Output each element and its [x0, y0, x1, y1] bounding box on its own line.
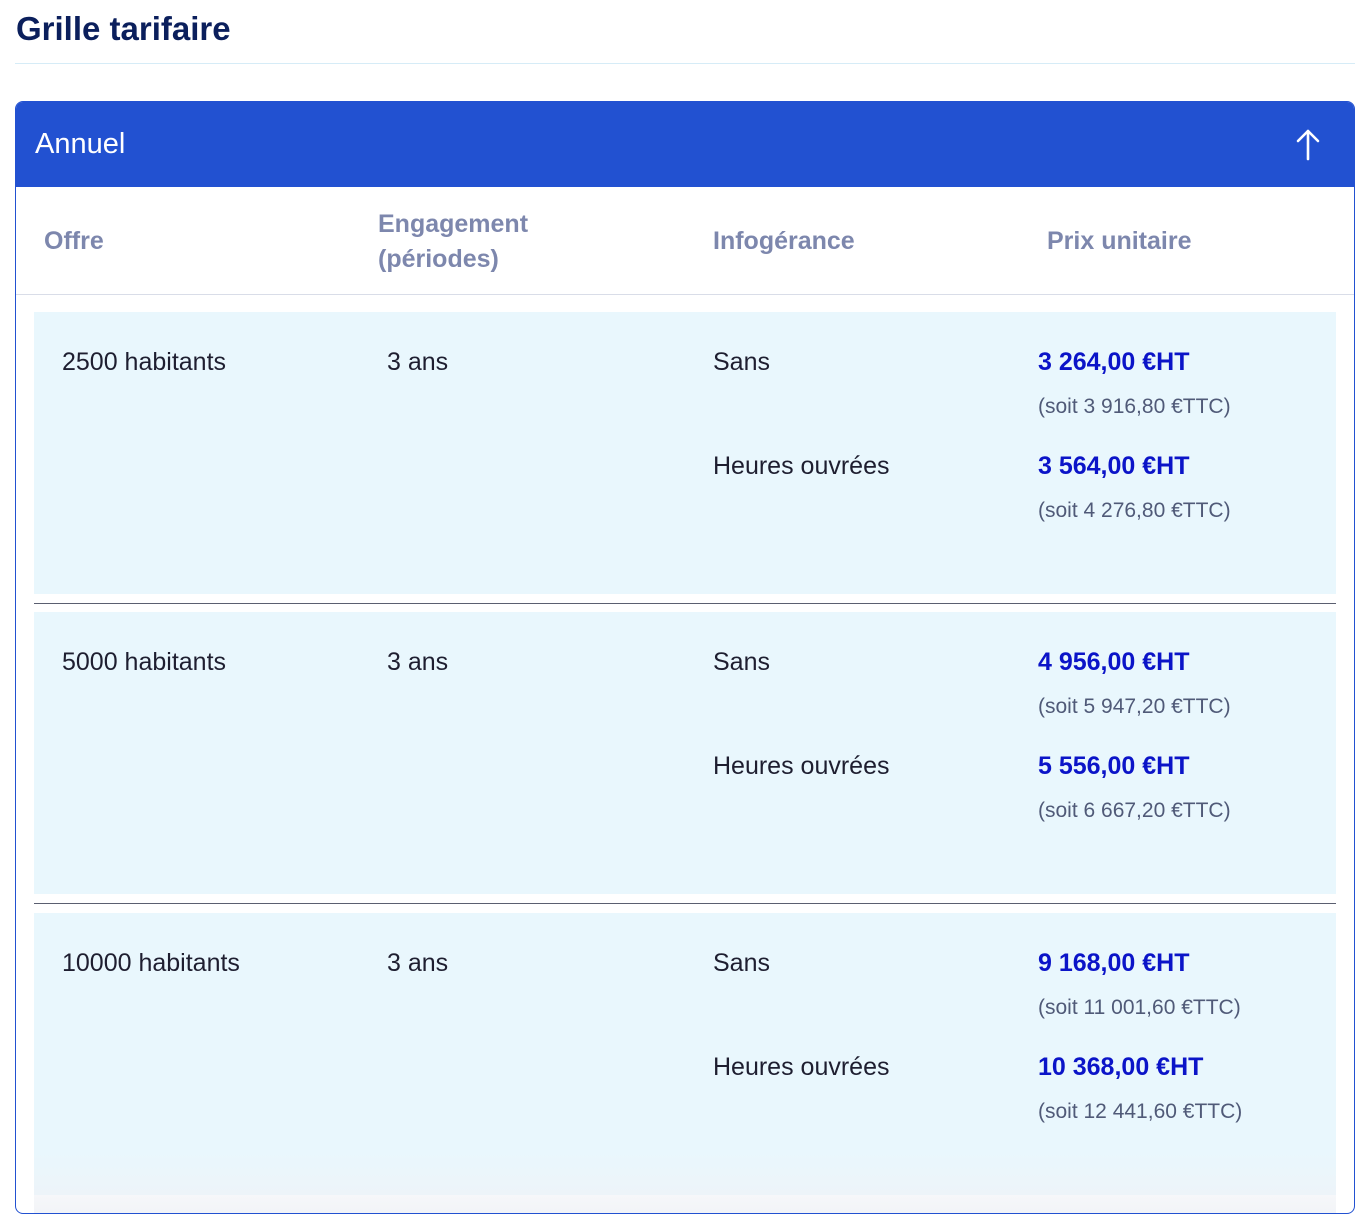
infogerance-cell: Heures ouvrées: [713, 752, 890, 780]
arrow-up-icon[interactable]: [1292, 127, 1324, 163]
column-header-engagement: Engagement (périodes): [378, 210, 529, 273]
price-ht: 4 956,00 €HT: [1038, 648, 1190, 676]
column-header-prix: Prix unitaire: [1047, 227, 1192, 255]
page-title: Grille tarifaire: [16, 10, 231, 47]
row-divider: [34, 903, 1336, 904]
infogerance-cell: Heures ouvrées: [713, 452, 890, 480]
price-ht: 3 564,00 €HT: [1038, 452, 1190, 480]
price-ttc: (soit 5 947,20 €TTC): [1038, 695, 1231, 718]
table-header: Offre Engagement (périodes) Infogérance …: [16, 187, 1354, 295]
column-header-infogerance: Infogérance: [713, 227, 855, 255]
title-divider: [15, 63, 1355, 64]
accordion-header[interactable]: Annuel: [16, 102, 1354, 187]
pricing-accordion: Annuel Offre Engagement (périodes) Infog…: [15, 101, 1355, 1214]
offre-cell: 10000 habitants: [62, 949, 240, 977]
price-ttc: (soit 11 001,60 €TTC): [1038, 996, 1241, 1019]
offre-cell: 5000 habitants: [62, 648, 227, 676]
price-ttc: (soit 12 441,60 €TTC): [1038, 1100, 1243, 1123]
infogerance-cell: Sans: [713, 348, 770, 376]
row-divider: [34, 603, 1336, 604]
engagement-cell: 3 ans: [387, 348, 449, 376]
table-row: 5000 habitants 3 ans Sans 4 956,00 €HT (…: [34, 612, 1336, 894]
infogerance-cell: Sans: [713, 949, 770, 977]
accordion-title: Annuel: [35, 128, 126, 160]
price-ht: 9 168,00 €HT: [1038, 949, 1190, 977]
column-header-offre: Offre: [44, 227, 104, 255]
price-ht: 5 556,00 €HT: [1038, 752, 1190, 780]
offre-cell: 2500 habitants: [62, 348, 227, 376]
table-row: 2500 habitants 3 ans Sans 3 264,00 €HT (…: [34, 312, 1336, 594]
table-row: 10000 habitants 3 ans Sans 9 168,00 €HT …: [34, 913, 1336, 1195]
price-ttc: (soit 3 916,80 €TTC): [1038, 395, 1231, 418]
price-ht: 10 368,00 €HT: [1038, 1053, 1204, 1081]
engagement-cell: 3 ans: [387, 949, 449, 977]
price-ttc: (soit 4 276,80 €TTC): [1038, 499, 1231, 522]
price-ht: 3 264,00 €HT: [1038, 348, 1190, 376]
price-ttc: (soit 6 667,20 €TTC): [1038, 799, 1231, 822]
engagement-cell: 3 ans: [387, 648, 449, 676]
infogerance-cell: Heures ouvrées: [713, 1053, 890, 1081]
infogerance-cell: Sans: [713, 648, 770, 676]
